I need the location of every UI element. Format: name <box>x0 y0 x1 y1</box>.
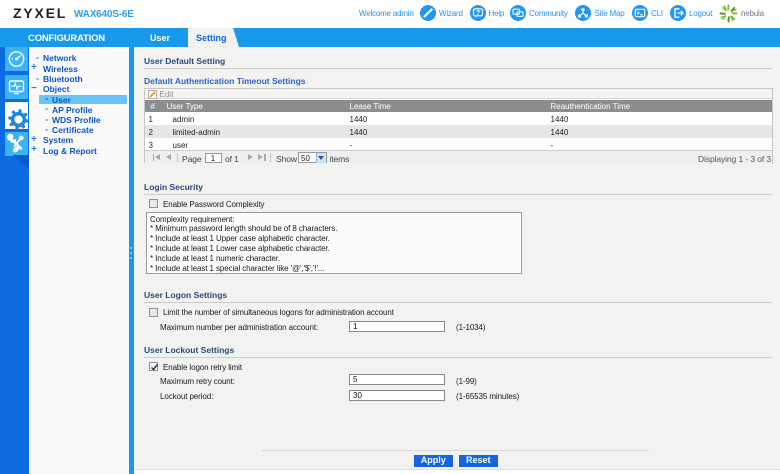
svg-text:?: ? <box>476 10 480 17</box>
